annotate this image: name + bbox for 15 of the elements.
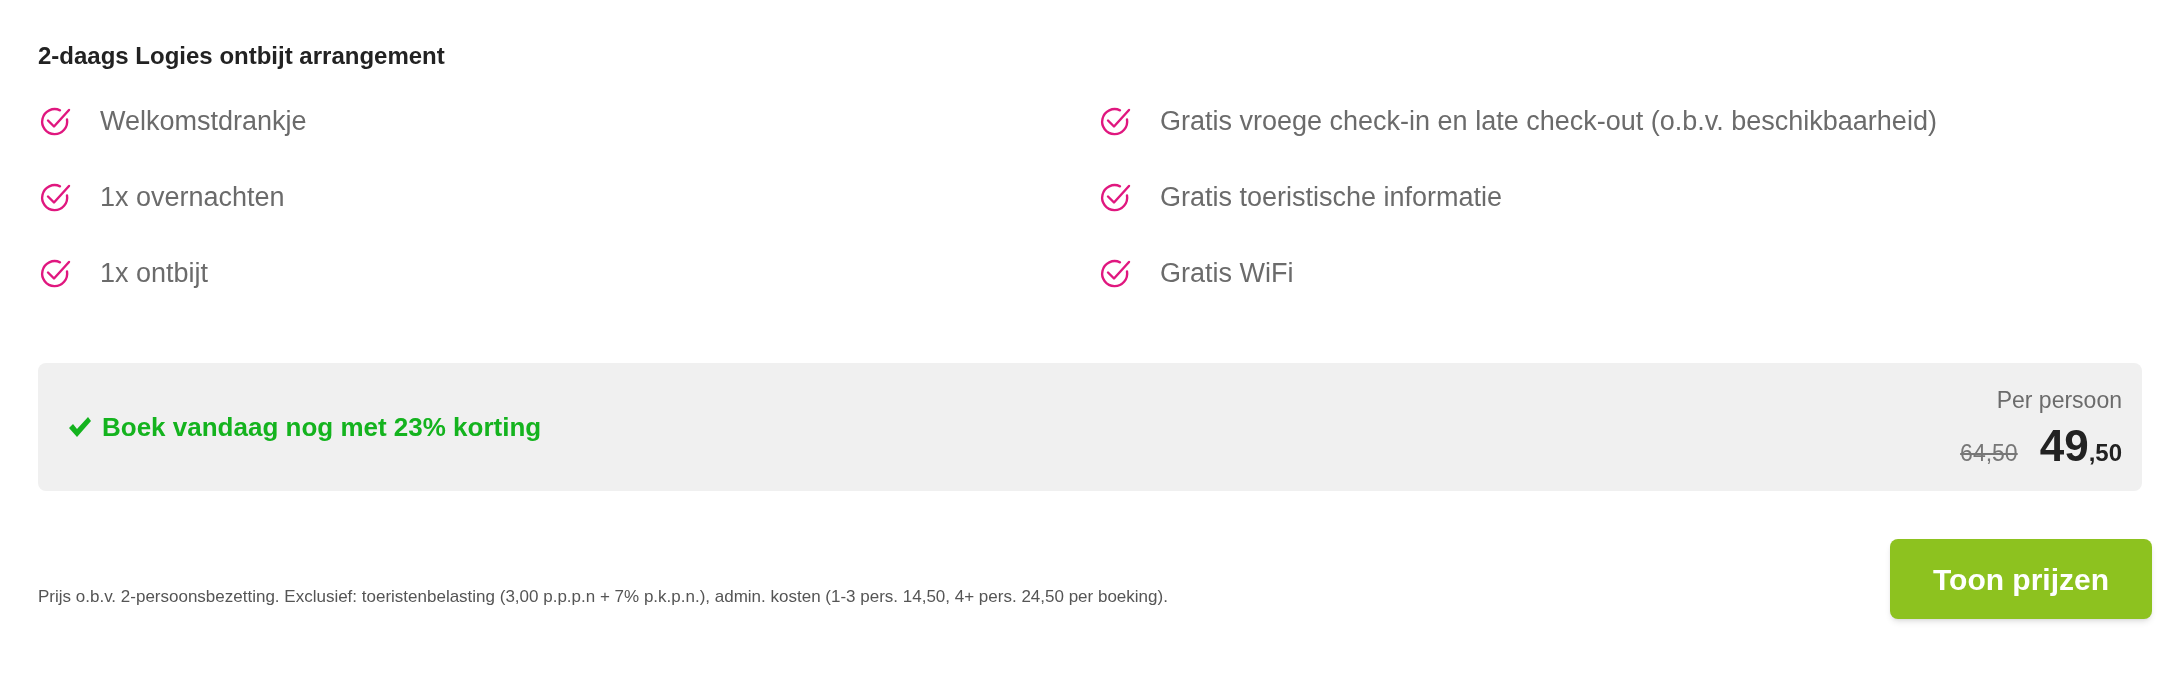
price-whole: 49 bbox=[2039, 421, 2089, 470]
old-price: 64,50 bbox=[1960, 438, 2018, 468]
price-footnote: Prijs o.b.v. 2-persoonsbezetting. Exclusief: toeristenbelasting (3,00 p.p.p.n + 7% p.k.p.n.), admin. kosten (1-3 pers. 14,50, 4+ pers. 24,50 per boeking). bbox=[38, 585, 1168, 608]
discount-text: Boek vandaag nog met 23% korting bbox=[102, 410, 542, 444]
price-cents: ,50 bbox=[2088, 437, 2122, 468]
feature-label: Gratis vroege check-in en late check-out (o.b.v. beschikbaarheid) bbox=[1160, 104, 1937, 138]
feature-label: Welkomstdrankje bbox=[100, 104, 307, 138]
feature-label: Gratis toeristische informatie bbox=[1160, 180, 1503, 214]
check-icon bbox=[68, 416, 92, 438]
price-caption: Per persoon bbox=[1996, 386, 2122, 416]
feature-label: 1x overnachten bbox=[100, 180, 285, 214]
feature-label: Gratis WiFi bbox=[1160, 256, 1294, 290]
package-title: 2-daags Logies ontbijt arrangement bbox=[38, 41, 446, 71]
feature-label: 1x ontbijt bbox=[100, 256, 209, 290]
show-prices-button[interactable]: Toon prijzen bbox=[1890, 539, 2152, 619]
